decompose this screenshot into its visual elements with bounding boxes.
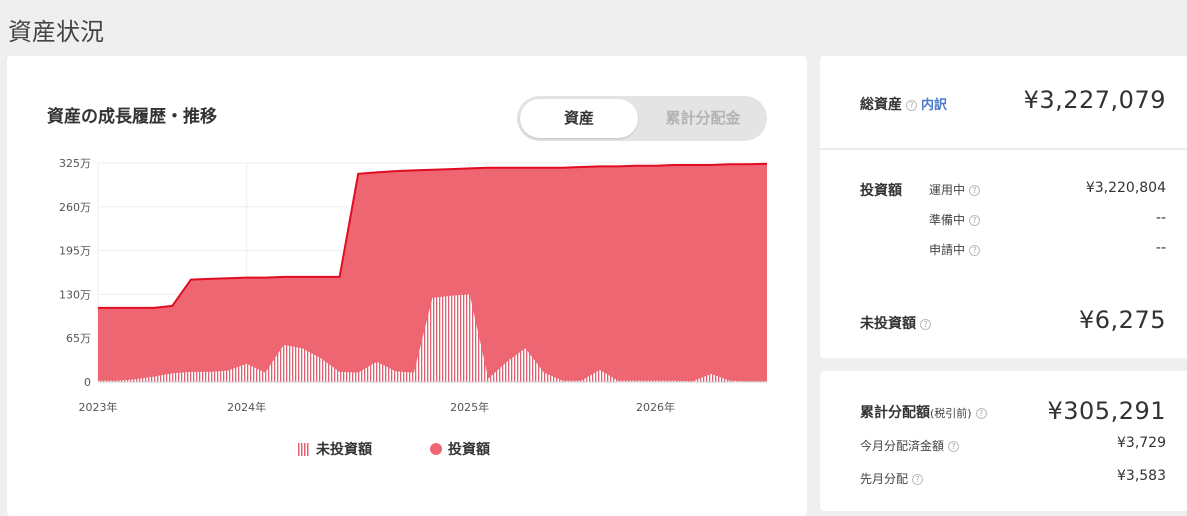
- cumulative-distribution-value: ¥305,291: [1047, 397, 1166, 425]
- x-tick-label: 2024年: [227, 400, 266, 414]
- status-applying-value: --: [1155, 240, 1166, 256]
- help-icon[interactable]: ?: [948, 441, 960, 452]
- toggle-cumulative-distribution-option[interactable]: 累計分配金: [643, 99, 763, 138]
- tax-note: (税引前): [930, 407, 972, 420]
- legend-invested: 投資額: [430, 439, 490, 459]
- chart-mode-toggle: 資産 累計分配金: [517, 96, 767, 141]
- help-icon[interactable]: ?: [920, 318, 931, 330]
- total-assets-heading: 総資産? 内訳: [860, 94, 947, 114]
- help-icon[interactable]: ?: [906, 99, 917, 111]
- status-applying-label: 申請中?: [929, 241, 981, 258]
- y-tick-label: 195万: [59, 245, 91, 258]
- breakdown-link[interactable]: 内訳: [921, 98, 947, 113]
- last-month-label: 先月分配?: [860, 470, 924, 487]
- toggle-assets-option[interactable]: 資産: [520, 99, 638, 138]
- status-running-label: 運用中?: [929, 181, 981, 198]
- uninvested-heading: 未投資額?: [860, 313, 931, 333]
- x-tick-label: 2023年: [79, 400, 118, 414]
- legend-uninvested-label: 未投資額: [316, 442, 372, 458]
- y-tick-label: 0: [84, 376, 91, 389]
- y-tick-label: 325万: [59, 157, 91, 170]
- help-icon[interactable]: ?: [975, 407, 987, 419]
- status-preparing-value: --: [1155, 210, 1166, 226]
- y-tick-label: 130万: [59, 288, 91, 301]
- uninvested-swatch-icon: [298, 442, 310, 456]
- help-icon[interactable]: ?: [969, 245, 981, 256]
- total-assets-card: 総資産? 内訳 ¥3,227,079 投資額 運用中? ¥3,220,804 準備…: [820, 56, 1187, 358]
- status-preparing-label: 準備中?: [929, 211, 981, 228]
- help-icon[interactable]: ?: [969, 185, 981, 196]
- legend-uninvested: 未投資額: [298, 439, 372, 459]
- total-assets-value: ¥3,227,079: [1023, 86, 1166, 114]
- status-running-value: ¥3,220,804: [1085, 180, 1166, 196]
- this-month-label: 今月分配済金額?: [860, 437, 960, 454]
- this-month-value: ¥3,729: [1117, 435, 1166, 451]
- divider: [820, 148, 1187, 150]
- total-assets-label: 総資産: [860, 97, 902, 113]
- invested-swatch-icon: [430, 443, 442, 455]
- uninvested-value: ¥6,275: [1079, 306, 1166, 334]
- help-icon[interactable]: ?: [912, 474, 924, 485]
- y-tick-label: 260万: [59, 201, 91, 214]
- asset-growth-chart: 0 65万 130万 195万 260万 325万 2023年 2024年 2025年 2026年: [59, 157, 768, 414]
- invested-label: 投資額: [860, 183, 902, 199]
- cumulative-distribution-heading: 累計分配額(税引前)?: [860, 402, 987, 422]
- legend-invested-label: 投資額: [448, 442, 490, 458]
- last-month-value: ¥3,583: [1117, 468, 1166, 484]
- page-title: 資産状況: [8, 18, 104, 46]
- x-tick-label: 2025年: [450, 400, 489, 414]
- x-tick-label: 2026年: [636, 400, 675, 414]
- help-icon[interactable]: ?: [969, 215, 981, 226]
- distribution-card: 累計分配額(税引前)? ¥305,291 今月分配済金額? ¥3,729 先月分…: [820, 371, 1187, 511]
- asset-chart-card: 資産の成長履歴・推移 資産 累計分配金 0 65万 130万 195万 260万 325万…: [7, 56, 807, 516]
- y-tick-label: 65万: [66, 332, 91, 345]
- chart-title: 資産の成長履歴・推移: [47, 107, 217, 127]
